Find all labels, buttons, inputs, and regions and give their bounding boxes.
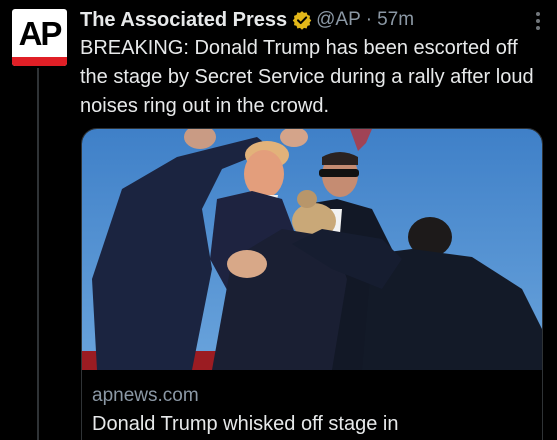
- author-display-name[interactable]: The Associated Press: [80, 9, 287, 32]
- more-options-icon[interactable]: [536, 12, 542, 34]
- card-title[interactable]: Donald Trump whisked off stage in: [92, 413, 398, 436]
- avatar-logo-bar: [12, 57, 67, 66]
- tweet[interactable]: AP The Associated Press @AP · 57m BREAKI…: [0, 0, 557, 440]
- author-handle[interactable]: @AP: [316, 9, 361, 31]
- tweet-timestamp[interactable]: 57m: [377, 9, 414, 31]
- avatar-logo-text: AP: [18, 15, 63, 52]
- avatar[interactable]: AP: [12, 9, 67, 66]
- verified-badge-icon[interactable]: [292, 10, 312, 30]
- card-domain[interactable]: apnews.com: [92, 385, 199, 407]
- tweet-header: The Associated Press @AP · 57m: [80, 6, 414, 34]
- separator-dot: ·: [365, 9, 373, 30]
- thread-line: [37, 68, 39, 440]
- tweet-text: BREAKING: Donald Trump has been escorted…: [80, 37, 534, 117]
- link-card[interactable]: apnews.com Donald Trump whisked off stag…: [81, 128, 543, 440]
- card-image[interactable]: [82, 129, 542, 370]
